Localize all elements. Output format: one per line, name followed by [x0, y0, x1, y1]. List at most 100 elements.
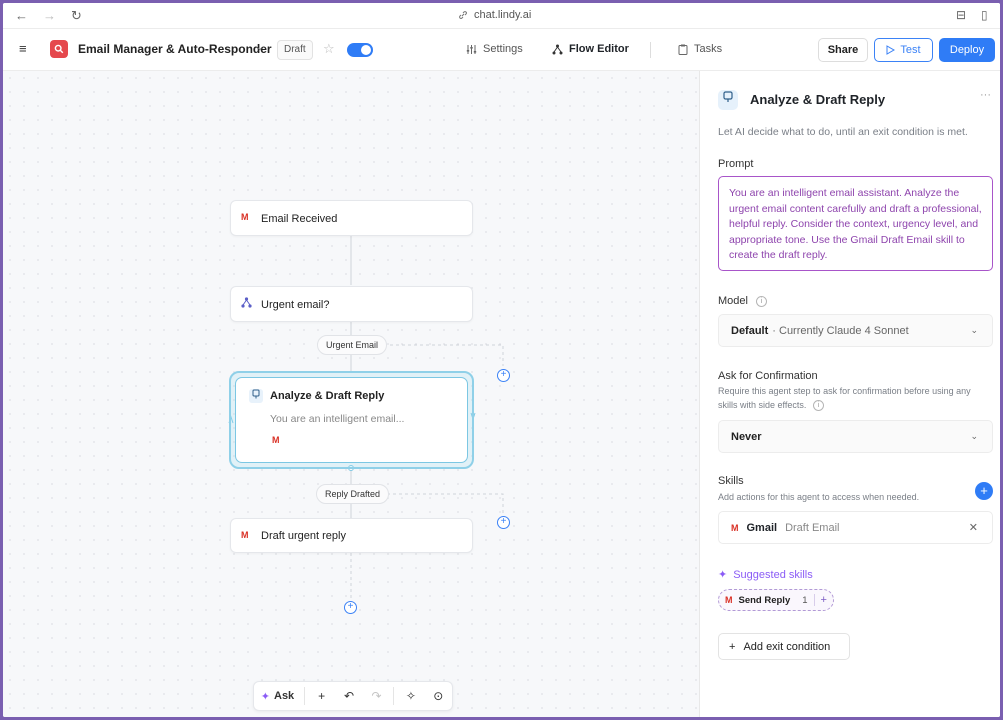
edge-label-reply-drafted[interactable]: Reply Drafted — [316, 484, 390, 504]
play-icon — [886, 45, 896, 55]
node-label: Draft urgent reply — [261, 530, 346, 542]
step-settings-panel: Analyze & Draft Reply ··· Let AI decide … — [699, 71, 1000, 717]
sparkle-icon: ✦ — [260, 690, 270, 703]
reader-icon[interactable]: ⊟ — [956, 8, 966, 22]
close-icon[interactable]: ✕ — [969, 521, 978, 534]
forward-arrow-icon[interactable]: → — [43, 8, 56, 23]
model-select[interactable]: Default · Currently Claude 4 Sonnet ⌄ — [718, 314, 993, 347]
browser-bar: ← → ↻ chat.lindy.ai ⊟ ▯ — [3, 3, 1000, 29]
skills-label: Skills — [718, 475, 744, 487]
confirmation-select[interactable]: Never ⌄ — [718, 420, 993, 453]
tab-settings[interactable]: Settings — [466, 43, 523, 55]
undo-icon[interactable]: ↶ — [335, 682, 362, 710]
add-step-button[interactable]: + — [344, 601, 357, 614]
gmail-icon: M — [731, 522, 739, 533]
agent-icon — [249, 389, 263, 403]
suggested-skill-label: Send Reply — [738, 594, 791, 606]
agent-icon — [718, 90, 738, 110]
sparkle-icon: ✦ — [718, 569, 728, 581]
tab-flow-editor-label: Flow Editor — [569, 43, 629, 55]
skill-app: Gmail — [746, 521, 778, 534]
confirmation-help: Require this agent step to ask for confi… — [718, 384, 988, 412]
app-title[interactable]: Email Manager & Auto-Responder — [78, 42, 272, 56]
info-icon[interactable]: i — [812, 400, 824, 412]
plus-icon: + — [729, 640, 736, 653]
prompt-label: Prompt — [718, 158, 754, 170]
chevron-down-icon: ⌄ — [970, 431, 978, 441]
suggested-skills-header: ✦ Suggested skills — [718, 568, 813, 582]
node-email-received[interactable]: M Email Received — [230, 200, 473, 236]
chevron-down-icon[interactable]: ⌄ — [256, 42, 264, 53]
back-arrow-icon[interactable]: ← — [15, 8, 28, 23]
ask-button[interactable]: ✦ Ask — [254, 682, 301, 710]
app-window: ← → ↻ chat.lindy.ai ⊟ ▯ ≡ Email Manager … — [3, 3, 1000, 717]
toolbar-divider — [393, 687, 395, 705]
url-text: chat.lindy.ai — [474, 9, 532, 21]
star-icon[interactable]: ☆ — [323, 41, 335, 57]
test-button-label: Test — [900, 44, 921, 56]
tab-settings-label: Settings — [483, 43, 523, 55]
add-skill-button[interactable]: + — [975, 482, 993, 500]
enable-toggle[interactable] — [347, 43, 373, 57]
fit-view-icon[interactable]: ⊙ — [425, 682, 452, 710]
menu-icon[interactable]: ≡ — [19, 41, 27, 56]
nav-divider — [650, 42, 651, 58]
gmail-icon: M — [241, 530, 249, 540]
node-urgent-condition[interactable]: Urgent email? — [230, 286, 473, 322]
model-detail: · Currently Claude 4 Sonnet — [772, 324, 909, 337]
skill-action: Draft Email — [785, 521, 840, 534]
canvas-toolbar: ✦ Ask + ↶ ↷ ✧ ⊙ — [253, 681, 453, 711]
sidebar-toggle-icon[interactable]: ▯ — [981, 8, 988, 22]
redo-icon[interactable]: ↷ — [363, 682, 390, 710]
tab-tasks-label: Tasks — [694, 43, 723, 55]
confirmation-value: Never — [731, 430, 762, 443]
app-header: ≡ Email Manager & Auto-Responder ⌄ Draft… — [3, 29, 1000, 71]
prompt-textarea[interactable]: You are an intelligent email assistant. … — [718, 176, 993, 271]
suggested-skill-send-reply[interactable]: M Send Reply 1 + — [718, 589, 834, 611]
deploy-button[interactable]: Deploy — [939, 38, 995, 62]
add-step-button[interactable]: + — [497, 369, 510, 382]
skills-help: Add actions for this agent to access whe… — [718, 492, 920, 502]
share-button-label: Share — [827, 44, 859, 56]
node-draft-urgent-reply[interactable]: M Draft urgent reply — [230, 518, 473, 553]
model-label: Model i — [718, 295, 768, 307]
url-bar[interactable]: chat.lindy.ai — [458, 9, 531, 21]
chip-divider — [813, 594, 815, 606]
info-icon[interactable]: i — [756, 295, 768, 307]
more-options-icon[interactable]: ··· — [980, 89, 991, 101]
model-label-text: Model — [718, 295, 748, 307]
tab-flow-editor[interactable]: Flow Editor — [552, 43, 629, 55]
add-step-button[interactable]: + — [497, 516, 510, 529]
app-logo-icon — [50, 40, 68, 58]
confirmation-label: Ask for Confirmation — [718, 370, 818, 382]
add-icon[interactable]: + — [308, 682, 335, 710]
share-button[interactable]: Share — [818, 38, 868, 62]
toolbar-divider — [303, 687, 305, 705]
test-button[interactable]: Test — [874, 38, 933, 62]
confirmation-help-text: Require this agent step to ask for confi… — [718, 386, 971, 410]
status-badge: Draft — [277, 40, 313, 60]
panel-description: Let AI decide what to do, until an exit … — [718, 126, 968, 138]
deploy-button-label: Deploy — [949, 44, 985, 56]
node-label: Email Received — [261, 213, 338, 225]
plus-icon[interactable]: + — [821, 594, 827, 606]
gmail-icon: M — [725, 595, 733, 605]
suggested-skill-count: 1 — [802, 594, 808, 606]
add-exit-condition-label: Add exit condition — [743, 640, 831, 653]
gmail-icon: M — [272, 435, 280, 445]
sliders-icon — [466, 44, 477, 54]
chevron-down-icon: ⌄ — [970, 325, 978, 335]
flow-canvas[interactable]: M Email Received Urgent email? Urgent Em… — [3, 71, 699, 717]
panel-title: Analyze & Draft Reply — [750, 92, 886, 107]
reload-icon[interactable]: ↻ — [71, 8, 82, 24]
add-exit-condition-button[interactable]: + Add exit condition — [718, 633, 850, 660]
node-analyze-draft-reply[interactable]: Analyze & Draft Reply You are an intelli… — [235, 377, 468, 463]
link-icon — [459, 11, 467, 19]
edge-label-urgent-email[interactable]: Urgent Email — [317, 335, 388, 355]
model-value: Default — [731, 324, 769, 337]
magic-wand-icon[interactable]: ✧ — [397, 682, 424, 710]
skill-item-gmail[interactable]: M Gmail Draft Email ✕ — [718, 511, 993, 544]
tab-tasks[interactable]: Tasks — [678, 43, 722, 55]
clipboard-icon — [678, 44, 688, 55]
flow-icon — [552, 44, 563, 54]
